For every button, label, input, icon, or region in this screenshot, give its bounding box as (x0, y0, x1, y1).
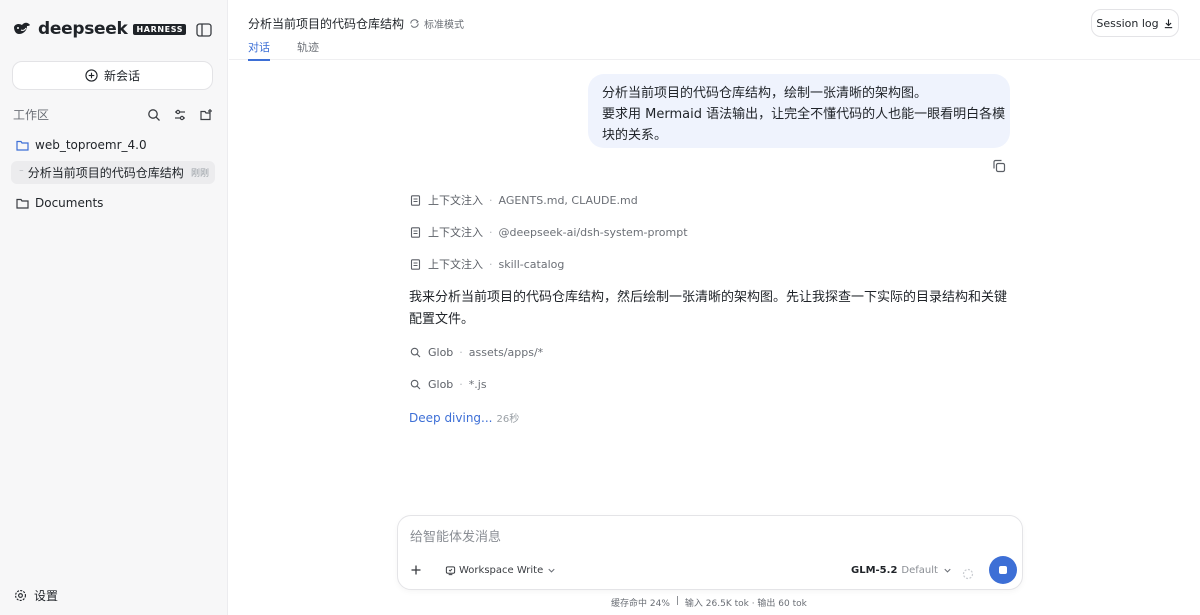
assistant-message: 我来分析当前项目的代码仓库结构，然后绘制一张清晰的架构图。先让我探查一下实际的目… (409, 287, 1009, 331)
step-label: 上下文注入 (428, 194, 483, 207)
download-icon (1164, 18, 1172, 28)
assistant-message-line: 我来分析当前项目的代码仓库结构，然后绘制一张清晰的架构图。先让我探查一下实际的目… (409, 290, 1008, 305)
thinking-time: 26秒 (496, 414, 520, 425)
thinking-label: Deep diving... (409, 411, 493, 425)
cache-hit-status: 缓存命中 24% (611, 599, 670, 609)
token-usage-status: 输入 26.5K tok · 输出 60 tok (684, 599, 807, 609)
user-message: 分析当前项目的代码仓库结构，绘制一张清晰的架构图。 要求用 Mermaid 语法… (588, 74, 1010, 148)
session-log-label: Session log (1096, 16, 1159, 30)
sidebar-toggle-icon[interactable] (196, 22, 212, 37)
model-variant: Default (901, 565, 938, 576)
brand-wordmark: deepseek (38, 19, 128, 39)
model-select[interactable]: GLM-5.2 Default (851, 565, 953, 576)
search-icon (410, 347, 421, 358)
step-separator: · (489, 193, 493, 207)
session-label: 分析当前项目的代码仓库结构 (27, 166, 184, 180)
document-icon (410, 258, 421, 270)
thinking-indicator[interactable]: Deep diving... 26秒 (409, 410, 519, 425)
permission-label: Workspace Write (459, 565, 544, 576)
step-detail: AGENTS.md, CLAUDE.md (498, 193, 638, 207)
message-input[interactable] (410, 526, 970, 548)
session-time: 刚刚 (190, 169, 209, 179)
user-message-line: 要求用 Mermaid 语法输出，让完全不懂代码的人也能一眼看明白各模 (602, 107, 1006, 122)
chevron-down-icon (944, 568, 951, 573)
new-chat-label: 新会话 (103, 69, 140, 83)
new-folder-icon[interactable] (199, 107, 213, 121)
settings-label: 设置 (34, 589, 59, 603)
step-label: Glob (428, 378, 454, 391)
add-attachment-button[interactable] (407, 561, 425, 579)
gear-icon (15, 590, 26, 601)
tab-chat[interactable]: 对话 (248, 39, 270, 61)
step-label: Glob (428, 346, 454, 359)
step-detail: *.js (468, 378, 487, 391)
tool-step[interactable]: Glob · assets/apps/* (410, 346, 543, 359)
step-separator: · (459, 378, 463, 391)
context-step[interactable]: 上下文注入 · @deepseek-ai/dsh-system-prompt (410, 224, 688, 240)
step-label: 上下文注入 (428, 226, 483, 239)
step-detail: skill-catalog (498, 257, 565, 271)
user-message-line: 分析当前项目的代码仓库结构，绘制一张清晰的架构图。 (602, 86, 928, 101)
step-detail: assets/apps/* (468, 346, 544, 359)
session-item-active[interactable]: ⁻ 分析当前项目的代码仓库结构 刚刚 (11, 161, 215, 184)
message-composer: Workspace Write GLM-5.2 Default (397, 515, 1023, 590)
loading-spinner-icon (962, 565, 974, 580)
stop-generation-button[interactable] (989, 556, 1017, 584)
folder-label: Documents (35, 196, 104, 210)
permission-icon (445, 566, 456, 576)
assistant-message-line: 配置文件。 (409, 312, 475, 327)
document-icon (410, 194, 421, 206)
mode-indicator[interactable]: 标准模式 (409, 16, 464, 31)
document-icon (410, 226, 421, 238)
session-log-button[interactable]: Session log (1091, 9, 1179, 37)
step-detail: @deepseek-ai/dsh-system-prompt (498, 225, 688, 239)
chevron-down-icon (548, 568, 555, 573)
session-dot-icon: ⁻ (19, 167, 24, 178)
stop-icon (999, 566, 1007, 574)
user-message-line: 块的关系。 (602, 128, 668, 143)
copy-icon[interactable] (992, 158, 1006, 173)
tool-step[interactable]: Glob · *.js (410, 378, 487, 391)
brand-logo[interactable]: deepseek HARNESS (12, 19, 187, 39)
filter-sliders-icon[interactable] (173, 107, 187, 121)
tab-trace[interactable]: 轨迹 (297, 39, 319, 55)
step-separator: · (489, 257, 493, 271)
step-separator: · (459, 346, 463, 359)
folder-label: web_toproemr_4.0 (35, 138, 147, 152)
context-step[interactable]: 上下文注入 · AGENTS.md, CLAUDE.md (410, 192, 638, 208)
mode-label: 标准模式 (424, 20, 464, 31)
workspace-folder-documents[interactable]: Documents (16, 196, 103, 210)
context-step[interactable]: 上下文注入 · skill-catalog (410, 256, 564, 272)
search-icon (410, 379, 421, 390)
brand-badge: HARNESS (133, 23, 187, 35)
settings-button[interactable]: 设置 (14, 587, 58, 604)
step-label: 上下文注入 (428, 258, 483, 271)
page-title: 分析当前项目的代码仓库结构 (248, 17, 405, 31)
workspace-header: 工作区 (13, 105, 213, 123)
search-icon[interactable] (147, 107, 161, 121)
plus-circle-icon (85, 69, 98, 82)
sidebar: deepseek HARNESS 新会话 工作区 web_toproemr_4.… (0, 0, 228, 615)
folder-icon (16, 198, 29, 209)
workspace-label: 工作区 (13, 107, 50, 122)
step-separator: · (489, 225, 493, 239)
new-chat-button[interactable]: 新会话 (12, 61, 213, 90)
deepseek-whale-icon (14, 22, 30, 34)
folder-icon (16, 140, 29, 151)
permission-select[interactable]: Workspace Write (445, 565, 557, 576)
workspace-folder-web[interactable]: web_toproemr_4.0 (16, 138, 147, 152)
model-name: GLM-5.2 (851, 565, 898, 576)
status-bar: 缓存命中 24% | 输入 26.5K tok · 输出 60 tok (611, 596, 807, 609)
mode-cycle-icon (410, 19, 419, 28)
plus-icon (411, 565, 421, 575)
status-divider: | (675, 596, 679, 606)
conversation-header: 分析当前项目的代码仓库结构 标准模式 对话 轨迹 Session log (229, 0, 1200, 61)
